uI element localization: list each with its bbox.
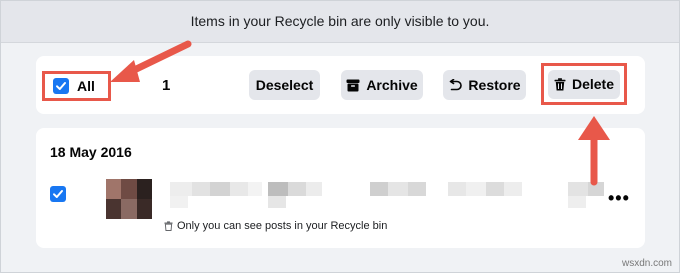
deselect-button[interactable]: Deselect xyxy=(249,70,320,100)
archive-button[interactable]: Archive xyxy=(341,70,423,100)
archive-label: Archive xyxy=(366,77,418,93)
post-date: 18 May 2016 xyxy=(50,144,132,160)
annotation-arrow-to-delete xyxy=(578,116,610,186)
deselect-label: Deselect xyxy=(255,77,314,93)
undo-arrow-icon xyxy=(450,78,463,90)
restore-button[interactable]: Restore xyxy=(443,70,526,100)
select-all-checkbox[interactable] xyxy=(53,78,69,94)
trash-icon xyxy=(164,221,173,231)
select-all-label: All xyxy=(77,78,95,94)
post-select-checkbox[interactable] xyxy=(50,186,66,202)
delete-button[interactable]: Delete xyxy=(548,69,620,99)
post-more-options-button[interactable]: ••• xyxy=(608,189,630,207)
post-privacy-note: Only you can see posts in your Recycle b… xyxy=(164,220,387,232)
restore-label: Restore xyxy=(468,77,521,93)
delete-label: Delete xyxy=(571,76,615,92)
delete-highlight: Delete xyxy=(541,63,627,105)
trash-icon xyxy=(554,77,566,90)
watermark-text: wsxdn.com xyxy=(621,258,672,269)
archive-box-icon xyxy=(346,79,360,91)
annotation-arrow-to-all xyxy=(110,40,192,82)
recycled-post-card: 18 May 2016 ••• Only you can see posts i… xyxy=(36,128,645,248)
checkmark-icon xyxy=(56,82,66,90)
checkmark-icon xyxy=(53,190,63,198)
post-privacy-note-text: Only you can see posts in your Recycle b… xyxy=(177,220,388,232)
banner-text: Items in your Recycle bin are only visib… xyxy=(190,13,490,29)
post-thumbnail[interactable] xyxy=(106,179,152,219)
